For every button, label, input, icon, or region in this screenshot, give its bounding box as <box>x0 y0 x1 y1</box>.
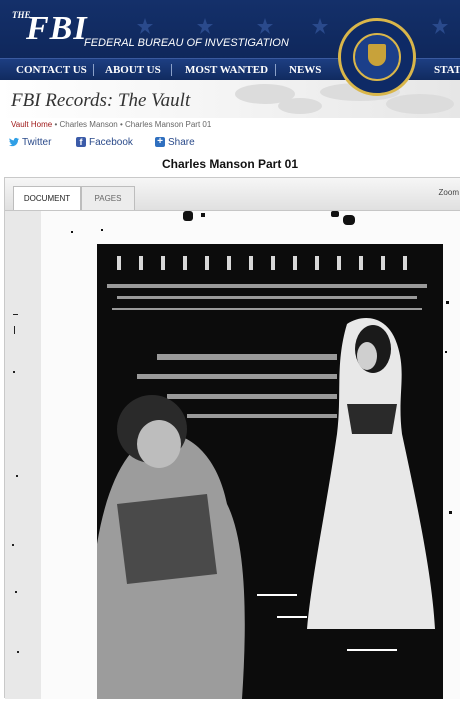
document-page[interactable] <box>41 211 460 699</box>
nav-divider <box>275 64 276 76</box>
breadcrumb-separator: • <box>54 120 58 129</box>
share-link[interactable]: + Share <box>155 135 195 149</box>
logo-subtitle[interactable]: FEDERAL BUREAU OF INVESTIGATION <box>84 37 289 49</box>
twitter-label: Twitter <box>22 136 52 148</box>
seal-shield-icon <box>368 44 386 66</box>
nav-contact-us[interactable]: CONTACT US <box>16 59 87 80</box>
gutter-marks <box>12 314 19 653</box>
document-title: Charles Manson Part 01 <box>161 157 299 171</box>
tab-pages[interactable]: PAGES <box>81 186 135 210</box>
twitter-link[interactable]: Twitter <box>9 135 51 149</box>
breadcrumb: Vault Home • Charles Manson • Charles Ma… <box>11 120 211 129</box>
facebook-label: Facebook <box>89 136 133 148</box>
facebook-link[interactable]: f Facebook <box>76 135 133 149</box>
nav-divider <box>93 64 94 76</box>
seal-center <box>353 33 401 81</box>
nav-stats[interactable]: STAT <box>434 59 460 80</box>
nav-news[interactable]: NEWS <box>289 59 321 80</box>
document-viewer: DOCUMENT PAGES Zoom <box>4 177 460 699</box>
share-label: Share <box>168 136 195 148</box>
share-plus-icon: + <box>155 137 165 147</box>
nav-most-wanted[interactable]: MOST WANTED <box>185 59 268 80</box>
page-title: FBI Records: The Vault <box>11 90 191 111</box>
nav-about-us[interactable]: ABOUT US <box>105 59 161 80</box>
breadcrumb-charles-manson[interactable]: Charles Manson <box>59 120 117 129</box>
breadcrumb-vault-home[interactable]: Vault Home <box>11 120 52 129</box>
twitter-icon <box>9 137 19 147</box>
viewer-gutter <box>5 211 41 699</box>
nav-divider <box>171 64 172 76</box>
zoom-control[interactable]: Zoom <box>439 188 459 197</box>
tab-document[interactable]: DOCUMENT <box>13 186 81 210</box>
fbi-seal-icon[interactable] <box>338 18 416 96</box>
viewer-toolbar: DOCUMENT PAGES Zoom <box>5 178 460 211</box>
logo-fbi[interactable]: FBI <box>26 10 88 48</box>
breadcrumb-current: Charles Manson Part 01 <box>125 120 212 129</box>
breadcrumb-separator: • <box>119 120 123 129</box>
facebook-icon: f <box>76 137 86 147</box>
scanned-photograph <box>97 244 443 699</box>
